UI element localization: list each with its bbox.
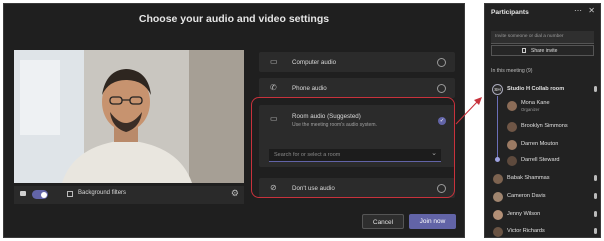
option-computer-audio[interactable]: ▭ Computer audio <box>259 52 455 72</box>
room-member-row[interactable]: Darrell Steward <box>485 154 602 168</box>
participant-name: Victor Richards <box>507 228 545 234</box>
room-row[interactable]: SH Studio H Collab room <box>485 82 602 96</box>
option-computer-audio-radio[interactable] <box>437 58 446 67</box>
join-now-button[interactable]: Join now <box>409 214 456 229</box>
avatar <box>493 227 503 237</box>
participants-panel: Participants ⋯ ✕ Invite someone or dial … <box>484 3 601 238</box>
member-name: Mona Kane <box>521 100 550 106</box>
more-options-icon[interactable]: ⋯ <box>574 6 582 15</box>
participant-row[interactable]: Babak Shammas <box>485 172 602 186</box>
member-role: Organizer <box>521 107 540 112</box>
room-member-row[interactable]: Mona Kane Organizer <box>485 99 602 113</box>
participant-row[interactable]: Cameron Davis <box>485 190 602 204</box>
room-avatar: SH <box>492 84 503 95</box>
settings-gear-icon[interactable]: ⚙ <box>231 188 239 199</box>
invite-input[interactable]: Invite someone or dial a number <box>491 31 594 44</box>
room-name: Studio H Collab room <box>507 86 565 92</box>
close-icon[interactable]: ✕ <box>588 6 595 15</box>
microphone-icon <box>594 211 597 217</box>
option-phone-audio-radio[interactable] <box>437 84 446 93</box>
avatar <box>507 122 517 132</box>
share-invite-label: Share invite <box>531 48 558 54</box>
camera-icon <box>20 191 26 196</box>
dialog-title: Choose your audio and video settings <box>138 13 330 25</box>
background-filters-button[interactable]: Background filters <box>78 190 126 196</box>
room-audio-highlight <box>251 97 455 198</box>
avatar <box>493 210 503 220</box>
microphone-icon <box>594 86 597 92</box>
panel-title: Participants <box>491 9 529 16</box>
room-member-row[interactable]: Darren Mouton <box>485 138 602 152</box>
microphone-icon <box>594 228 597 234</box>
room-member-row[interactable]: Brooklyn Simmons <box>485 120 602 134</box>
microphone-icon <box>594 193 597 199</box>
camera-preview <box>14 50 244 183</box>
member-name: Darren Mouton <box>521 141 559 147</box>
camera-toggle[interactable] <box>32 190 48 199</box>
participant-row[interactable]: Jenny Wilson <box>485 208 602 222</box>
avatar <box>507 101 517 111</box>
camera-preview-image <box>14 50 244 183</box>
cancel-button[interactable]: Cancel <box>362 214 404 229</box>
member-name: Brooklyn Simmons <box>521 123 568 129</box>
avatar <box>507 156 517 166</box>
invite-input-placeholder: Invite someone or dial a number <box>495 34 564 39</box>
section-label: In this meeting (9) <box>491 68 533 74</box>
option-phone-audio[interactable]: ✆ Phone audio <box>259 78 455 98</box>
avatar <box>507 140 517 150</box>
avatar <box>493 192 503 202</box>
participant-name: Cameron Davis <box>507 193 546 199</box>
phone-icon: ✆ <box>270 83 277 92</box>
participant-name: Babak Shammas <box>507 175 550 181</box>
microphone-icon <box>594 175 597 181</box>
participant-name: Jenny Wilson <box>507 211 541 217</box>
option-phone-audio-label: Phone audio <box>292 85 327 92</box>
share-invite-button[interactable]: Share invite <box>491 45 594 56</box>
share-invite-icon <box>522 48 526 53</box>
member-name: Darrell Steward <box>521 157 560 163</box>
computer-icon: ▭ <box>270 57 278 66</box>
video-controls-bar: Background filters ⚙ <box>14 186 244 204</box>
participant-row[interactable]: Victor Richards <box>485 225 602 239</box>
option-computer-audio-label: Computer audio <box>292 59 337 66</box>
background-filters-icon <box>67 191 73 197</box>
avatar <box>493 174 503 184</box>
